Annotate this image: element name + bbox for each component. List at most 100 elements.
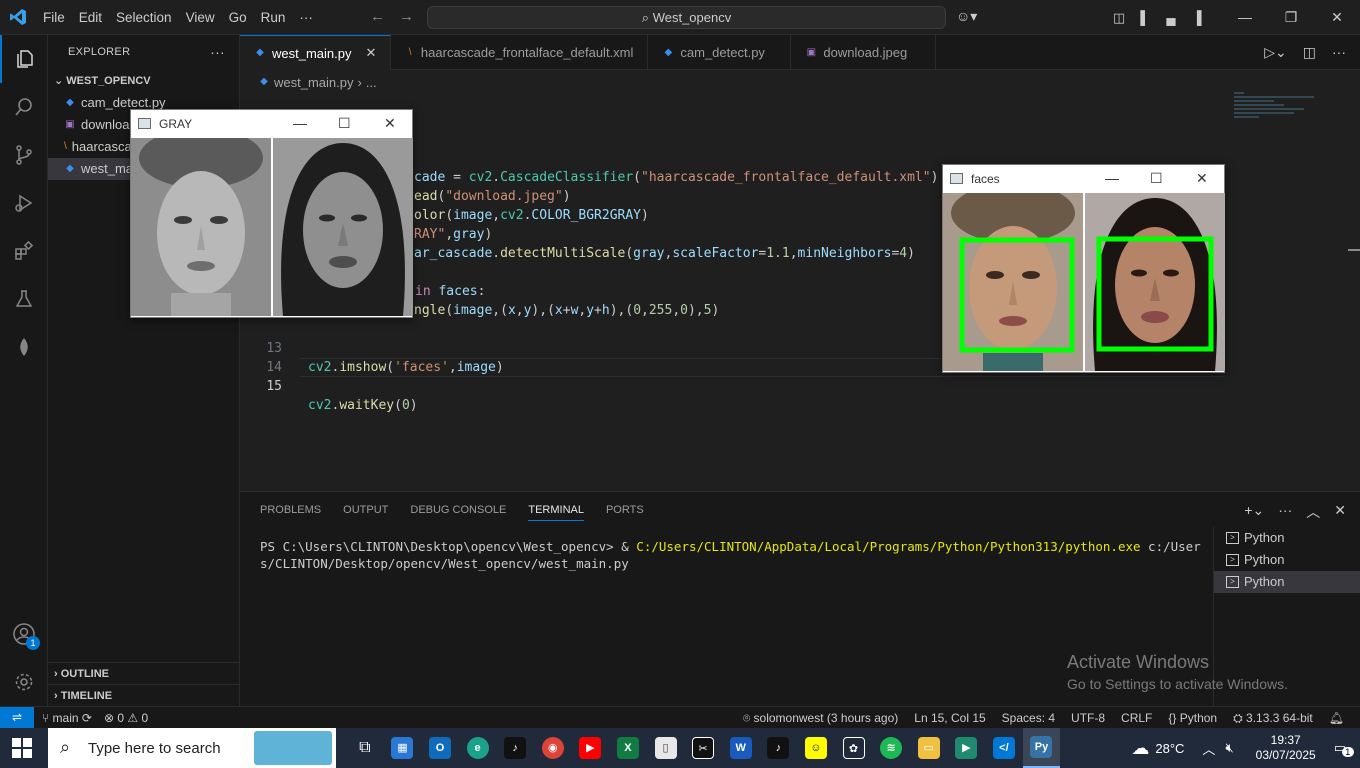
tab-debug-console[interactable]: DEBUG CONSOLE	[410, 504, 506, 516]
close-icon[interactable]: ✕	[384, 115, 396, 132]
clock[interactable]: 19:37 03/07/2025	[1244, 733, 1328, 763]
timeline-section[interactable]: › TIMELINE	[48, 684, 239, 706]
microsoft-store-icon[interactable]: ▦	[384, 728, 422, 768]
outlook-icon[interactable]: O	[421, 728, 459, 768]
back-arrow-icon[interactable]: ←	[370, 8, 385, 25]
python-taskbar-icon[interactable]: Py	[1022, 728, 1061, 768]
more-actions-icon[interactable]: ···	[1332, 44, 1346, 61]
weather-temp[interactable]: 28°C	[1155, 741, 1184, 756]
tab-problems[interactable]: PROBLEMS	[260, 504, 321, 516]
minimize-icon[interactable]: —	[1105, 170, 1119, 186]
breadcrumb-file[interactable]: west_main.py	[274, 75, 353, 90]
close-icon[interactable]: ✕	[1314, 9, 1360, 26]
command-center-search[interactable]: ⌕ West_opencv	[427, 6, 946, 29]
mongodb-leaf-icon[interactable]	[0, 323, 48, 371]
encoding[interactable]: UTF-8	[1071, 711, 1105, 725]
outline-section[interactable]: › OUTLINE	[48, 662, 239, 684]
tray-chevron-up-icon[interactable]: ︿	[1202, 739, 1215, 758]
vscode-taskbar-icon[interactable]: </	[985, 728, 1023, 768]
menu-more[interactable]: ···	[292, 10, 320, 25]
minimize-icon[interactable]: —	[293, 115, 307, 131]
testing-icon[interactable]	[0, 275, 48, 323]
close-icon[interactable]: ✕	[1196, 170, 1208, 187]
branch-status[interactable]: ⑂ main ⟳	[42, 711, 92, 725]
folder-west-opencv[interactable]: ⌄ WEST_OPENCV	[48, 70, 239, 92]
snapchat-icon[interactable]: ☺	[797, 728, 835, 768]
windows-start-icon[interactable]	[12, 738, 32, 758]
git-blame-status[interactable]: ⌾ solomonwest (3 hours ago)	[743, 711, 898, 726]
accounts-icon[interactable]: 1	[0, 610, 48, 658]
toggle-panel-icon[interactable]: ▄	[1158, 10, 1184, 25]
more-actions-icon[interactable]: ···	[1278, 502, 1292, 522]
menu-go[interactable]: Go	[222, 10, 254, 25]
menu-selection[interactable]: Selection	[109, 10, 179, 25]
manage-gear-icon[interactable]	[0, 658, 48, 706]
menu-edit[interactable]: Edit	[72, 10, 109, 25]
minimize-icon[interactable]: —	[1222, 9, 1268, 26]
run-python-icon[interactable]: ▷⌄	[1264, 44, 1287, 61]
run-debug-icon[interactable]	[0, 179, 48, 227]
search-sidebar-icon[interactable]	[0, 83, 48, 131]
end-of-line[interactable]: CRLF	[1121, 711, 1152, 725]
split-editor-icon[interactable]: ◫	[1303, 44, 1316, 61]
media-player-icon[interactable]: ▶	[948, 728, 986, 768]
maximize-icon[interactable]: ☐	[1150, 170, 1163, 187]
close-tab-icon[interactable]: ✕	[365, 45, 376, 61]
terminal-item[interactable]: > Python	[1214, 549, 1360, 571]
tiktok-icon[interactable]: ♪	[760, 728, 798, 768]
spotify-icon[interactable]: ≋	[872, 728, 910, 768]
terminal-output[interactable]: PS C:\Users\CLINTON\Desktop\opencv\West_…	[260, 538, 1205, 572]
gray-window[interactable]: GRAY — ☐ ✕	[130, 109, 413, 318]
restore-icon[interactable]: ❐	[1268, 9, 1314, 26]
faces-window-titlebar[interactable]: faces — ☐ ✕	[943, 165, 1224, 193]
word-icon[interactable]: W	[722, 728, 760, 768]
menu-file[interactable]: File	[36, 10, 72, 25]
tab-output[interactable]: OUTPUT	[343, 504, 388, 516]
maximize-icon[interactable]: ☐	[338, 115, 351, 132]
task-view-icon[interactable]: ⧉	[346, 728, 384, 768]
tab-ports[interactable]: PORTS	[606, 504, 644, 516]
scrollbar-marker[interactable]	[1348, 249, 1360, 251]
excel-icon[interactable]: X	[609, 728, 647, 768]
chrome-icon[interactable]: ◉	[534, 728, 572, 768]
explorer-icon[interactable]	[0, 35, 48, 83]
source-control-icon[interactable]	[0, 131, 48, 179]
faces-window[interactable]: faces — ☐ ✕	[942, 164, 1225, 373]
notifications-bell-icon[interactable]: 🔔︎	[1329, 711, 1344, 725]
more-actions-icon[interactable]: ···	[210, 35, 225, 70]
taskbar-search-box[interactable]: ⌕ Type here to search	[48, 728, 336, 768]
weather-icon[interactable]: ☁	[1131, 738, 1149, 759]
cursor-position[interactable]: Ln 15, Col 15	[914, 711, 985, 725]
copilot-icon[interactable]: ☺▾	[956, 8, 977, 25]
tab-cam-detect[interactable]: ◆ cam_detect.py	[648, 35, 792, 70]
gray-window-titlebar[interactable]: GRAY — ☐ ✕	[131, 110, 412, 138]
toggle-sidebar-icon[interactable]: ▌	[1132, 10, 1158, 25]
tab-terminal[interactable]: TERMINAL	[528, 504, 584, 521]
tiktok-icon[interactable]: ♪	[496, 728, 534, 768]
forward-arrow-icon[interactable]: →	[399, 8, 414, 25]
edge-icon[interactable]: e	[459, 728, 497, 768]
breadcrumb-more[interactable]: ...	[366, 75, 377, 90]
notification-center-icon[interactable]: ▭ 1	[1334, 740, 1354, 757]
language-mode[interactable]: {} Python	[1168, 711, 1217, 725]
customize-layout-icon[interactable]: ◫	[1106, 10, 1132, 26]
new-terminal-icon[interactable]: +⌄	[1244, 502, 1264, 522]
toggle-secondary-sidebar-icon[interactable]: ▐	[1184, 10, 1210, 25]
capcut-icon[interactable]: ✂	[684, 728, 722, 768]
tab-haarcascade[interactable]: \ haarcascade_frontalface_default.xml	[391, 35, 649, 70]
terminal-item[interactable]: > Python	[1214, 527, 1360, 549]
problems-status[interactable]: ⊗ 0 ⚠ 0	[104, 711, 148, 725]
chatgpt-icon[interactable]: ✿	[835, 728, 873, 768]
menu-run[interactable]: Run	[254, 10, 293, 25]
file-icon[interactable]: ▯	[647, 728, 685, 768]
remote-indicator-icon[interactable]: ⇌	[0, 707, 34, 729]
tab-west-main[interactable]: ◆ west_main.py ✕	[240, 35, 392, 70]
youtube-icon[interactable]: ▶	[572, 728, 610, 768]
maximize-panel-icon[interactable]: ︿	[1306, 502, 1320, 522]
file-explorer-icon[interactable]: ▭	[910, 728, 948, 768]
terminal-item[interactable]: > Python	[1214, 571, 1360, 593]
extensions-icon[interactable]	[0, 227, 48, 275]
minimap[interactable]	[1234, 92, 1324, 132]
menu-view[interactable]: View	[179, 10, 222, 25]
tab-download-jpeg[interactable]: ▣ download.jpeg	[791, 35, 937, 70]
